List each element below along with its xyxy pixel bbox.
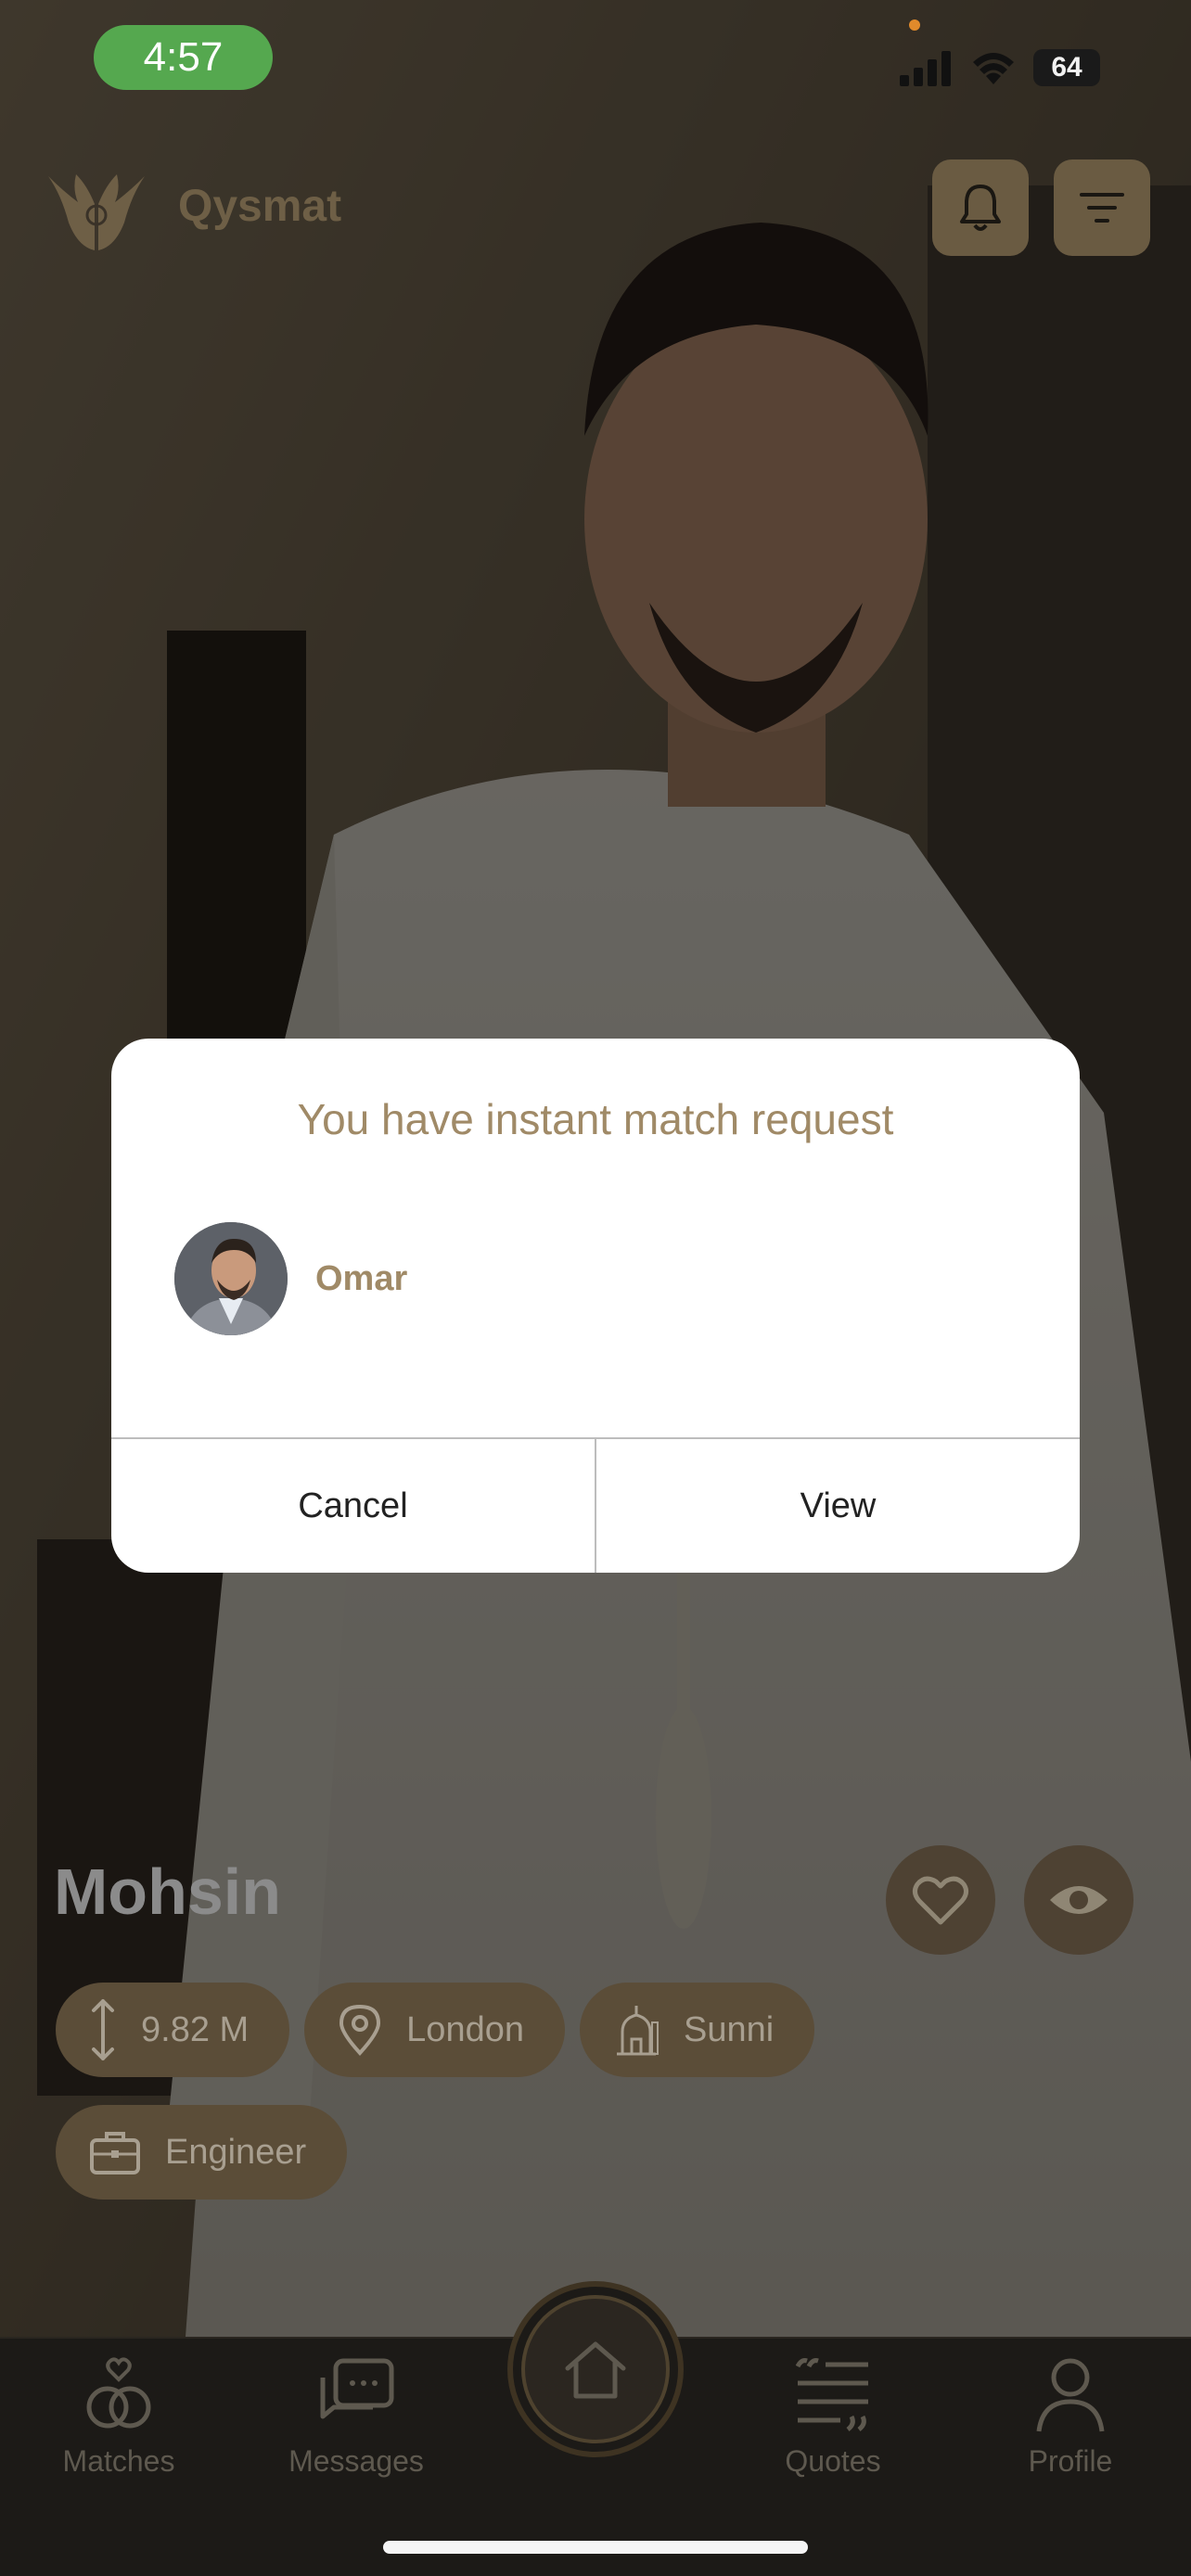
nav-quotes-label: Quotes: [785, 2444, 881, 2478]
status-icons: 64: [900, 45, 1100, 91]
occupation-label: Engineer: [165, 2132, 307, 2172]
recording-indicator-dot: [909, 19, 920, 31]
home-button[interactable]: [507, 2281, 684, 2457]
heart-icon: [912, 1876, 969, 1925]
nav-messages-label: Messages: [288, 2444, 424, 2478]
nav-matches[interactable]: Matches: [17, 2355, 221, 2479]
home-icon: [565, 2341, 626, 2399]
status-time: 4:57: [94, 25, 273, 90]
eye-icon: [1050, 1886, 1108, 1914]
mosque-icon: [616, 2006, 659, 2056]
avatar-photo: [174, 1222, 288, 1335]
notifications-button[interactable]: [932, 159, 1029, 256]
instant-match-dialog: You have instant match request Omar Canc…: [111, 1039, 1080, 1573]
screen: 4:57 64 Qysmat Mohsin 9.82 M London Sunn…: [0, 0, 1191, 2576]
battery-indicator: 64: [1033, 49, 1100, 86]
rings-heart-icon: [86, 2357, 151, 2429]
filter-icon: [1080, 193, 1124, 223]
occupation-chip: Engineer: [56, 2105, 348, 2200]
like-button[interactable]: [886, 1845, 995, 1955]
height-icon: [92, 1999, 114, 2060]
dialog-actions: Cancel View: [111, 1437, 1080, 1573]
cancel-button[interactable]: Cancel: [111, 1439, 595, 1573]
profile-details-row: 9.82 M London Sunni: [56, 1983, 815, 2077]
requester-avatar: [174, 1222, 288, 1335]
height-label: 9.82 M: [141, 2009, 250, 2049]
view-button[interactable]: View: [595, 1439, 1080, 1573]
signal-icon: [900, 51, 951, 86]
briefcase-icon: [90, 2132, 140, 2174]
location-label: London: [406, 2009, 524, 2049]
nav-profile-label: Profile: [1028, 2444, 1113, 2478]
praying-hands-logo-icon: [48, 174, 145, 250]
dialog-title: You have instant match request: [297, 1095, 894, 1143]
view-profile-button[interactable]: [1024, 1845, 1133, 1955]
location-pin-icon: [339, 2004, 381, 2056]
app-logo: Qysmat: [41, 158, 341, 254]
occupation-row: Engineer: [56, 2105, 348, 2200]
app-name: Qysmat: [178, 181, 342, 231]
profile-name: Mohsin: [54, 1855, 281, 1928]
location-chip: London: [304, 1983, 565, 2077]
nav-profile[interactable]: Profile: [968, 2355, 1172, 2479]
nav-quotes[interactable]: Quotes: [731, 2355, 935, 2479]
sect-label: Sunni: [683, 2009, 775, 2049]
filter-button[interactable]: [1054, 159, 1150, 256]
requester-row[interactable]: Omar: [174, 1222, 407, 1335]
quotes-icon: [795, 2358, 868, 2431]
home-indicator[interactable]: [383, 2541, 808, 2554]
chat-bubbles-icon: [320, 2358, 394, 2419]
nav-messages[interactable]: Messages: [254, 2355, 458, 2479]
home-button-inner: [521, 2295, 670, 2443]
bell-icon: [960, 185, 1001, 231]
person-icon: [1036, 2358, 1105, 2432]
requester-name: Omar: [315, 1258, 408, 1298]
nav-matches-label: Matches: [62, 2444, 175, 2478]
wifi-icon: [973, 53, 1014, 84]
sect-chip: Sunni: [579, 1983, 815, 2077]
height-chip: 9.82 M: [56, 1983, 290, 2077]
